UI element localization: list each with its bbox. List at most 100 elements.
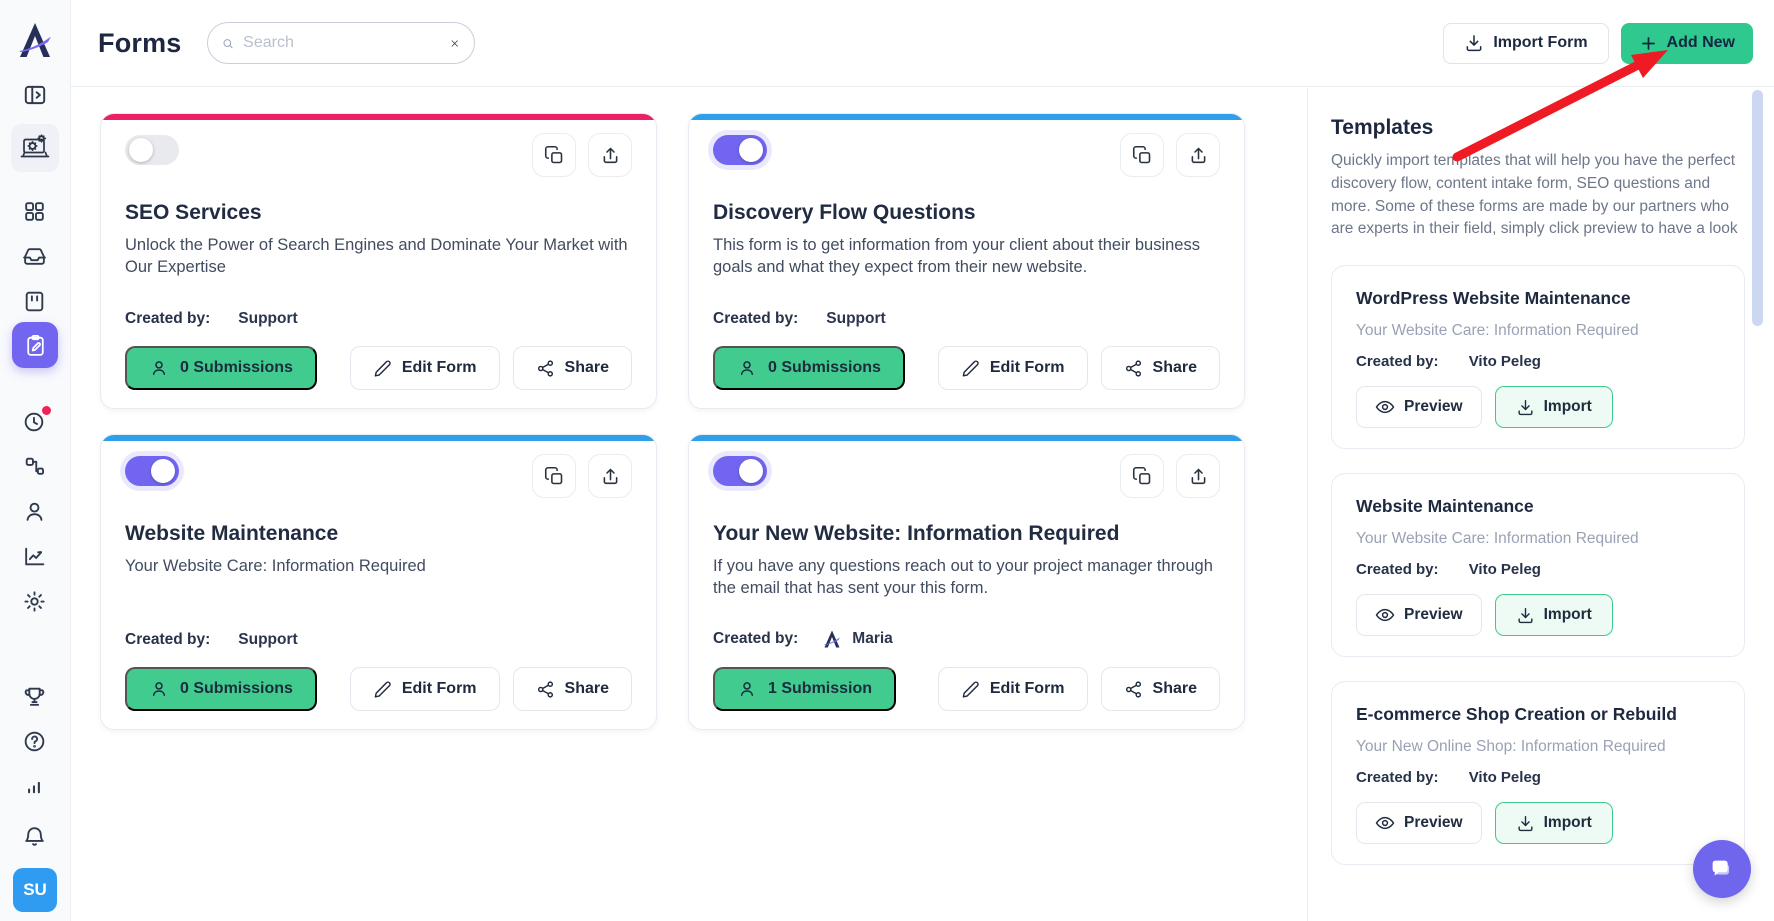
dashboard-icon[interactable] [22,199,48,225]
download-icon [1516,814,1535,833]
form-card: SEO Services Unlock the Power of Search … [100,113,657,409]
preview-template-button[interactable]: Preview [1356,594,1482,636]
creator-name: Support [238,310,297,328]
export-form-button[interactable] [588,454,632,498]
duplicate-form-button[interactable] [532,133,576,177]
created-by-label: Created by: [1356,353,1439,370]
download-icon [1516,606,1535,625]
upload-icon [600,145,621,166]
pencil-icon [961,359,980,378]
clear-search-icon[interactable] [450,35,459,52]
creator-name: Support [238,631,297,649]
templates-scrollbar-thumb[interactable] [1752,90,1763,326]
collapse-sidebar-icon[interactable] [22,82,48,108]
form-active-toggle[interactable] [125,456,179,486]
add-new-label: Add New [1667,34,1735,52]
template-card: E-commerce Shop Creation or Rebuild Your… [1331,681,1745,865]
preview-label: Preview [1404,814,1463,832]
created-by-row: Created by: Support [125,631,298,649]
pencil-icon [961,680,980,699]
agency-setup-icon[interactable] [11,124,59,172]
workflow-icon[interactable] [22,454,48,480]
import-template-button[interactable]: Import [1495,386,1613,428]
add-new-button[interactable]: Add New [1621,23,1753,64]
preview-template-button[interactable]: Preview [1356,802,1482,844]
import-template-button[interactable]: Import [1495,802,1613,844]
form-active-toggle[interactable] [713,135,767,165]
template-title: WordPress Website Maintenance [1356,288,1720,309]
edit-form-label: Edit Form [990,359,1065,377]
analytics-icon[interactable] [22,774,48,800]
page-title: Forms [98,28,182,59]
edit-form-button[interactable]: Edit Form [350,667,500,711]
created-by-label: Created by: [1356,769,1439,786]
import-template-button[interactable]: Import [1495,594,1613,636]
atarim-logo-icon[interactable] [15,20,55,60]
form-description: Your Website Care: Information Required [125,555,630,577]
share-button[interactable]: Share [1101,346,1220,390]
forms-nav-icon[interactable] [12,322,58,368]
submissions-button[interactable]: 0 Submissions [125,667,317,711]
notifications-icon[interactable] [22,824,48,850]
plus-icon [1639,34,1658,53]
inbox-icon[interactable] [22,244,48,270]
achievements-icon[interactable] [22,684,48,710]
export-form-button[interactable] [1176,133,1220,177]
person-icon [149,358,169,378]
person-icon [737,358,757,378]
import-form-button[interactable]: Import Form [1443,23,1608,64]
submissions-button[interactable]: 0 Submissions [125,346,317,390]
notification-dot [42,406,51,415]
person-icon [737,679,757,699]
import-label: Import [1544,398,1592,416]
pencil-icon [373,359,392,378]
eye-icon [1375,397,1395,417]
eye-icon [1375,605,1395,625]
submissions-label: 0 Submissions [180,359,293,377]
form-active-toggle[interactable] [125,135,179,165]
share-button[interactable]: Share [1101,667,1220,711]
form-active-toggle[interactable] [713,456,767,486]
atarim-creator-icon [822,629,842,649]
download-icon [1516,398,1535,417]
share-icon [536,359,555,378]
created-by-label: Created by: [1356,561,1439,578]
edit-form-button[interactable]: Edit Form [938,667,1088,711]
clients-icon[interactable] [22,499,48,525]
pencil-icon [373,680,392,699]
templates-panel: Templates Quickly import templates that … [1307,88,1774,921]
time-tracking-icon[interactable] [22,409,48,435]
share-button[interactable]: Share [513,346,632,390]
submissions-button[interactable]: 1 Submission [713,667,896,711]
edit-form-button[interactable]: Edit Form [938,346,1088,390]
search-icon [222,33,234,54]
user-avatar[interactable]: SU [13,868,57,912]
edit-form-label: Edit Form [990,680,1065,698]
created-by-row: Created by: Maria [713,629,893,649]
duplicate-form-button[interactable] [532,454,576,498]
settings-icon[interactable] [22,589,48,615]
template-card: WordPress Website Maintenance Your Websi… [1331,265,1745,449]
form-description: If you have any questions reach out to y… [713,555,1218,600]
edit-form-button[interactable]: Edit Form [350,346,500,390]
download-icon [1464,33,1484,53]
share-icon [536,680,555,699]
help-icon[interactable] [22,729,48,755]
share-button[interactable]: Share [513,667,632,711]
chat-widget-button[interactable] [1693,840,1751,898]
form-title: Website Maintenance [125,522,632,546]
reports-icon[interactable] [22,544,48,570]
form-title: SEO Services [125,201,632,225]
export-form-button[interactable] [588,133,632,177]
import-label: Import [1544,814,1592,832]
template-title: Website Maintenance [1356,496,1720,517]
search-input[interactable] [243,34,450,52]
boards-icon[interactable] [22,289,48,315]
submissions-label: 0 Submissions [180,680,293,698]
forms-grid: SEO Services Unlock the Power of Search … [100,113,1245,730]
preview-template-button[interactable]: Preview [1356,386,1482,428]
export-form-button[interactable] [1176,454,1220,498]
submissions-button[interactable]: 0 Submissions [713,346,905,390]
duplicate-form-button[interactable] [1120,133,1164,177]
duplicate-form-button[interactable] [1120,454,1164,498]
